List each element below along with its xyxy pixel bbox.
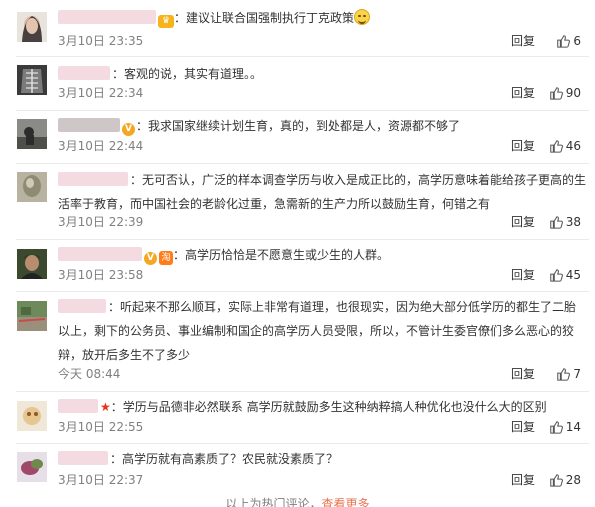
comment-text: ：我求国家继续计划生育，真的，到处都是人，资源都不够了 — [136, 119, 461, 133]
like-button[interactable]: 90 — [549, 83, 581, 103]
username[interactable] — [58, 172, 128, 186]
comment-text: ：高学历就有高素质了？农民就没素质了？ — [110, 452, 339, 466]
comment-body: ♛ ：建议让联合国强制执行丁克政策 — [58, 6, 589, 30]
like-count: 28 — [565, 473, 581, 487]
username[interactable] — [58, 118, 120, 132]
like-count: 6 — [573, 34, 581, 48]
avatar[interactable] — [17, 65, 47, 95]
like-button[interactable]: 14 — [549, 417, 581, 437]
star-badge-icon: ★ — [100, 400, 111, 414]
reply-button[interactable]: 回复 — [511, 470, 535, 490]
comment-time: 3月10日 22:34 — [58, 86, 144, 100]
crown-icon: ♛ — [158, 15, 174, 28]
comment-text: ：客观的说，其实有道理。。 — [112, 67, 263, 81]
thumbs-up-icon — [549, 269, 563, 282]
like-button[interactable]: 46 — [549, 136, 581, 156]
verified-v-icon: V — [144, 252, 157, 265]
like-count: 7 — [573, 367, 581, 381]
avatar[interactable] — [17, 249, 47, 279]
reply-button[interactable]: 回复 — [511, 364, 535, 384]
avatar[interactable] — [17, 301, 47, 331]
like-button[interactable]: 38 — [549, 212, 581, 232]
thumbs-up-icon — [557, 35, 571, 48]
username[interactable] — [58, 247, 142, 261]
thumbs-up-icon — [557, 368, 571, 381]
verified-v-icon: V — [122, 123, 135, 136]
like-button[interactable]: 6 — [556, 31, 581, 51]
thumbs-up-icon — [549, 216, 563, 229]
avatar[interactable] — [17, 452, 47, 482]
like-count: 46 — [565, 139, 581, 153]
like-count: 45 — [565, 268, 581, 282]
taobao-icon: 淘 — [159, 251, 173, 265]
comment-time: 3月10日 22:44 — [58, 139, 144, 153]
comment-time: 3月10日 23:35 — [58, 34, 144, 48]
thumbs-up-icon — [549, 474, 563, 487]
like-count: 14 — [565, 420, 581, 434]
like-button[interactable]: 45 — [549, 265, 581, 285]
comment-text: ：听起来不那么顺耳，实际上非常有道理，也很现实，因为绝大部分低学历的都生了二胎以… — [58, 300, 577, 362]
like-button[interactable]: 28 — [549, 470, 581, 490]
comment-text: ：高学历恰恰是不愿意生或少生的人群。 — [173, 248, 390, 262]
hot-comments-footer: 以上为热门评论，查看更多 — [0, 497, 595, 507]
view-more-link[interactable]: 查看更多 — [322, 497, 370, 507]
avatar[interactable] — [17, 12, 47, 42]
comment-time: 3月10日 22:39 — [58, 215, 144, 229]
footer-text: 以上为热门评论， — [225, 497, 322, 507]
avatar[interactable] — [17, 172, 47, 202]
reply-button[interactable]: 回复 — [511, 136, 535, 156]
username[interactable] — [58, 451, 108, 465]
divider — [16, 391, 589, 392]
comment-time: 今天 08:44 — [58, 367, 121, 381]
thumbs-up-icon — [549, 140, 563, 153]
reply-button[interactable]: 回复 — [511, 417, 535, 437]
username[interactable] — [58, 10, 156, 24]
thumbs-up-icon — [549, 87, 563, 100]
divider — [16, 163, 589, 164]
username[interactable] — [58, 399, 98, 413]
comment-time: 3月10日 22:37 — [58, 473, 144, 487]
grinning-sweat-emoji-icon — [354, 9, 371, 25]
avatar[interactable] — [17, 401, 47, 431]
comment-text: ：学历与品德非必然联系 高学历就鼓励多生这种纳粹搞人种优化也没什么大的区别 — [110, 400, 547, 414]
like-button[interactable]: 7 — [556, 364, 581, 384]
comment-time: 3月10日 22:55 — [58, 420, 144, 434]
reply-button[interactable]: 回复 — [511, 31, 535, 51]
like-count: 90 — [565, 86, 581, 100]
reply-button[interactable]: 回复 — [511, 212, 535, 232]
thumbs-up-icon — [549, 421, 563, 434]
divider — [16, 56, 589, 57]
divider — [16, 291, 589, 292]
comment-time: 3月10日 23:58 — [58, 268, 144, 282]
like-count: 38 — [565, 215, 581, 229]
username[interactable] — [58, 299, 106, 313]
comment-text: ：无可否认，广泛的样本调查学历与收入是成正比的，高学历意味着能给孩子更高的生活率… — [58, 173, 587, 211]
divider — [16, 443, 589, 444]
username[interactable] — [58, 66, 110, 80]
divider — [16, 239, 589, 240]
comment-text: ：建议让联合国强制执行丁克政策 — [174, 11, 355, 25]
avatar[interactable] — [17, 119, 47, 149]
reply-button[interactable]: 回复 — [511, 83, 535, 103]
divider — [16, 110, 589, 111]
reply-button[interactable]: 回复 — [511, 265, 535, 285]
